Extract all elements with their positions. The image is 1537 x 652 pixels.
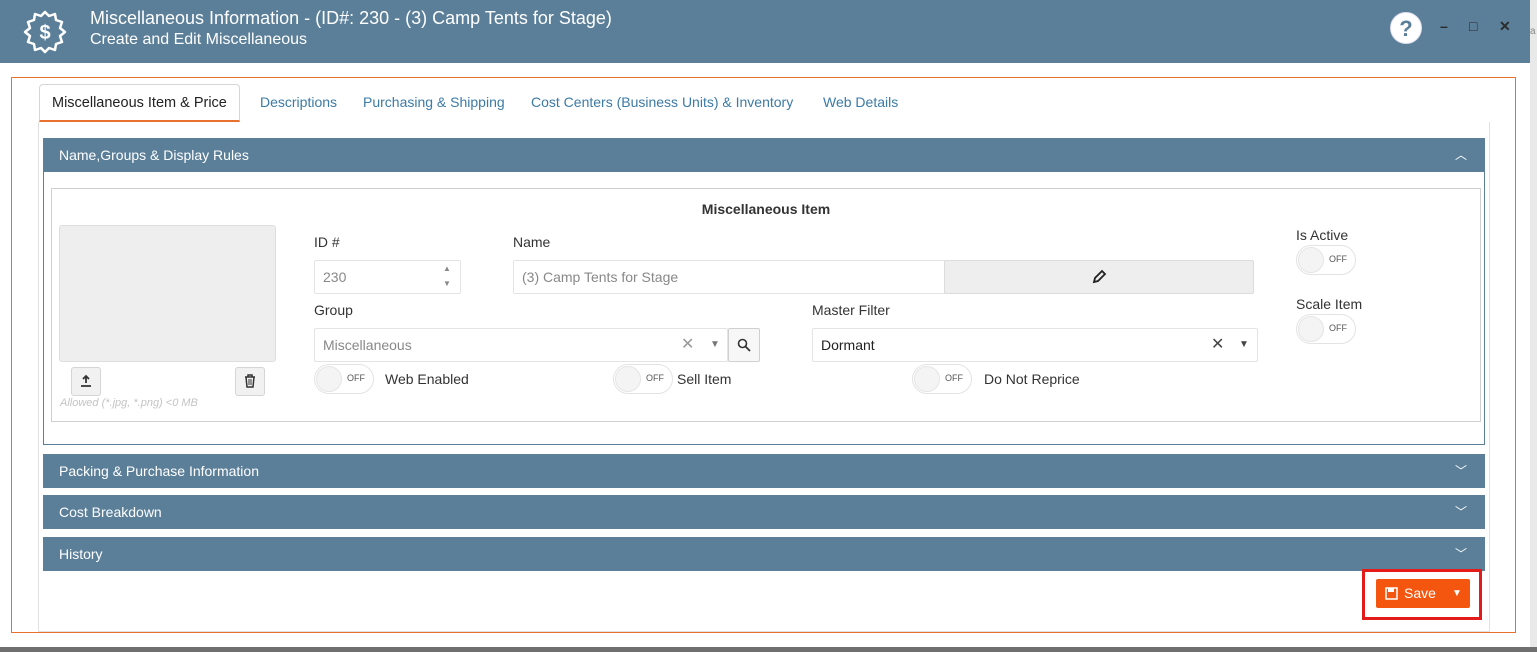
- scale-item-label: Scale Item: [1296, 296, 1363, 312]
- help-icon[interactable]: ?: [1390, 12, 1422, 44]
- section-title: Name,Groups & Display Rules: [59, 147, 249, 163]
- tab-purchasing-shipping[interactable]: Purchasing & Shipping: [363, 84, 505, 122]
- window-title: Miscellaneous Information - (ID#: 230 - …: [90, 8, 612, 28]
- master-filter-select[interactable]: Dormant ✕ ▼: [812, 328, 1258, 362]
- toggle-state: OFF: [1329, 254, 1347, 264]
- toggle-state: OFF: [646, 373, 664, 383]
- edge-text: a: [1530, 26, 1536, 37]
- id-field[interactable]: 230 ▲ ▼: [314, 260, 461, 294]
- tab-web-details[interactable]: Web Details: [823, 84, 898, 122]
- minimize-icon[interactable]: –: [1440, 18, 1448, 34]
- trash-icon[interactable]: [235, 367, 265, 396]
- id-label: ID #: [314, 234, 340, 250]
- image-preview: [59, 225, 276, 362]
- clear-icon[interactable]: ✕: [681, 329, 694, 361]
- number-spinner[interactable]: ▲ ▼: [434, 261, 460, 293]
- window-titlebar: $ Miscellaneous Information - (ID#: 230 …: [0, 0, 1530, 63]
- do-not-reprice-label: Do Not Reprice: [984, 371, 1080, 387]
- save-dropdown-caret-icon[interactable]: ▼: [1452, 579, 1462, 608]
- section-name-groups-header[interactable]: Name,Groups & Display Rules ︿: [43, 138, 1485, 172]
- name-field[interactable]: (3) Camp Tents for Stage: [513, 260, 946, 294]
- is-active-toggle[interactable]: OFF: [1296, 245, 1356, 275]
- svg-text:$: $: [39, 22, 50, 44]
- do-not-reprice-toggle[interactable]: OFF: [912, 364, 972, 394]
- toggle-knob: [914, 366, 940, 392]
- toggle-state: OFF: [1329, 323, 1347, 333]
- master-filter-label: Master Filter: [812, 302, 890, 318]
- clear-icon[interactable]: ✕: [1211, 329, 1224, 361]
- chevron-down-icon[interactable]: ▼: [710, 329, 720, 361]
- allowed-file-types-note: Allowed (*.jpg, *.png) <0 MB: [60, 397, 198, 409]
- floppy-disk-icon: [1385, 579, 1398, 610]
- save-button[interactable]: Save ▼: [1376, 579, 1470, 608]
- pencil-icon: [1092, 269, 1106, 284]
- save-label: Save: [1404, 585, 1436, 601]
- group-value: Miscellaneous: [323, 337, 412, 353]
- close-icon[interactable]: ✕: [1499, 18, 1511, 35]
- sell-item-label: Sell Item: [677, 371, 732, 387]
- master-filter-value: Dormant: [821, 337, 875, 353]
- name-value: (3) Camp Tents for Stage: [522, 269, 679, 285]
- group-label: Group: [314, 302, 353, 318]
- section-title: Packing & Purchase Information: [59, 463, 259, 479]
- search-icon: [737, 338, 751, 352]
- tab-descriptions[interactable]: Descriptions: [260, 84, 337, 122]
- maximize-icon[interactable]: □: [1469, 18, 1477, 34]
- is-active-label: Is Active: [1296, 227, 1349, 243]
- toggle-knob: [1298, 247, 1324, 273]
- chevron-up-icon[interactable]: ︿: [1455, 138, 1467, 172]
- section-cost-breakdown-header[interactable]: Cost Breakdown ﹀: [43, 495, 1485, 529]
- background-window-edge: a: [1530, 0, 1537, 652]
- taskbar-edge: [0, 647, 1537, 652]
- tab-cost-centers-inventory[interactable]: Cost Centers (Business Units) & Inventor…: [531, 84, 793, 122]
- chevron-down-icon[interactable]: ﹀: [1455, 454, 1467, 488]
- section-title: Cost Breakdown: [59, 504, 162, 520]
- section-title: History: [59, 546, 103, 562]
- id-value: 230: [323, 269, 347, 285]
- section-history-header[interactable]: History ﹀: [43, 537, 1485, 571]
- toggle-state: OFF: [945, 373, 963, 383]
- panel-title: Miscellaneous Item: [701, 201, 831, 217]
- chevron-down-icon[interactable]: ▼: [1239, 329, 1249, 361]
- section-packing-header[interactable]: Packing & Purchase Information ﹀: [43, 454, 1485, 488]
- sell-item-toggle[interactable]: OFF: [613, 364, 673, 394]
- name-label: Name: [513, 234, 551, 250]
- toggle-knob: [1298, 316, 1324, 342]
- web-enabled-toggle[interactable]: OFF: [314, 364, 374, 394]
- window-subtitle: Create and Edit Miscellaneous: [90, 31, 308, 48]
- search-button[interactable]: [728, 328, 760, 362]
- dollar-badge-icon: $: [23, 10, 67, 54]
- group-select[interactable]: Miscellaneous ✕ ▼: [314, 328, 728, 362]
- tab-miscellaneous-item-price[interactable]: Miscellaneous Item & Price: [39, 84, 240, 122]
- toggle-knob: [615, 366, 641, 392]
- upload-icon[interactable]: [71, 367, 101, 396]
- scale-item-toggle[interactable]: OFF: [1296, 314, 1356, 344]
- chevron-down-icon[interactable]: ﹀: [1455, 495, 1467, 529]
- chevron-down-icon[interactable]: ﹀: [1455, 537, 1467, 571]
- toggle-knob: [316, 366, 342, 392]
- web-enabled-label: Web Enabled: [385, 371, 469, 387]
- edit-pencil-button[interactable]: [944, 260, 1254, 294]
- toggle-state: OFF: [347, 373, 365, 383]
